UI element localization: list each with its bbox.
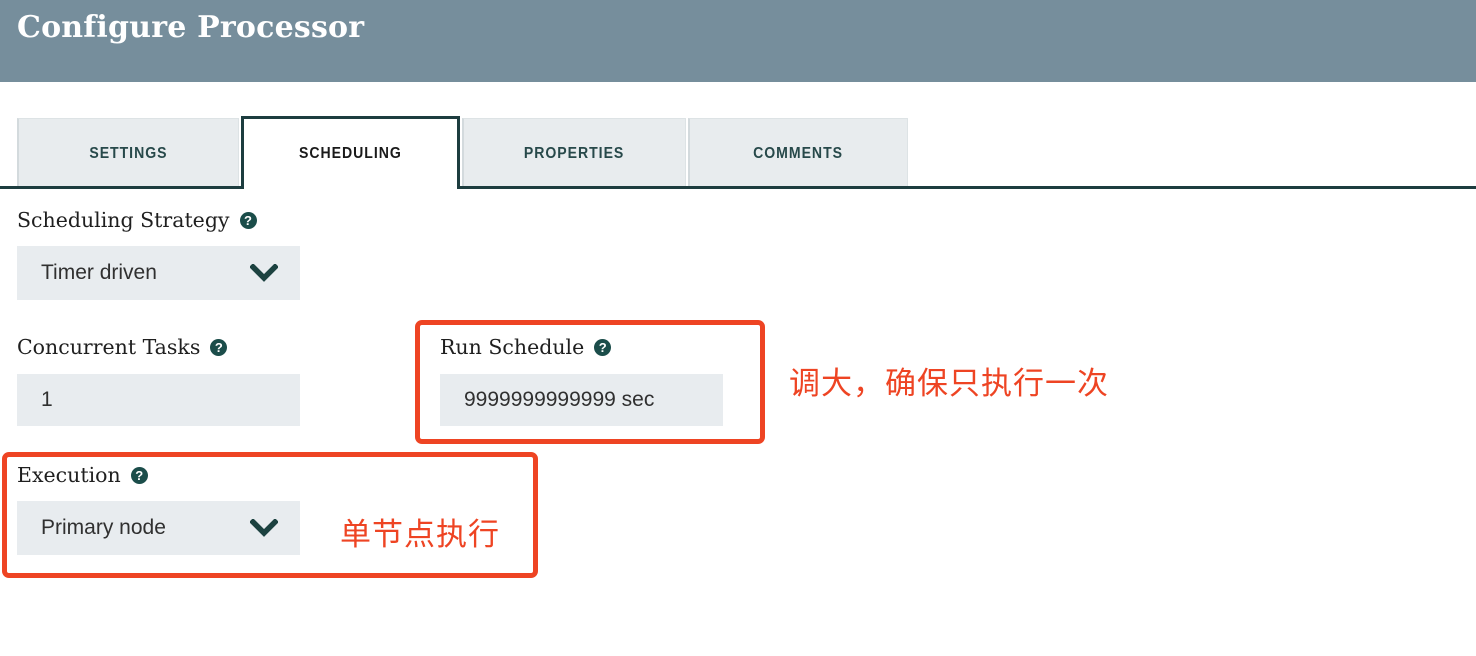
execution-note: 单节点执行 [340,517,500,552]
execution-select[interactable]: Primary node [17,501,300,555]
help-icon[interactable]: ? [210,338,228,356]
field-execution: Execution ? Primary node [17,463,300,555]
chevron-down-icon[interactable] [250,519,278,537]
chevron-down-icon[interactable] [250,264,278,282]
scheduling-strategy-value: Timer driven [41,261,157,284]
run-schedule-value: 9999999999999 sec [464,388,655,411]
page-title: Configure Processor [17,10,365,45]
concurrent-tasks-input[interactable]: 1 [17,374,300,426]
concurrent-tasks-value: 1 [41,388,53,411]
field-scheduling-strategy: Scheduling Strategy ? Timer driven [17,208,300,300]
tab-underline [0,186,1476,189]
concurrent-tasks-label-text: Concurrent Tasks [17,335,201,359]
run-schedule-label-text: Run Schedule [440,335,585,359]
tab-settings[interactable]: SETTINGS [17,118,239,188]
active-tab-notch [244,185,457,190]
field-concurrent-tasks: Concurrent Tasks ? 1 [17,335,300,426]
help-icon[interactable]: ? [130,466,148,484]
field-run-schedule: Run Schedule ? 9999999999999 sec [440,335,723,426]
tab-strip: SETTINGS SCHEDULING PROPERTIES COMMENTS [0,116,1476,190]
run-schedule-input[interactable]: 9999999999999 sec [440,374,723,426]
tab-settings-label: SETTINGS [89,144,168,162]
scheduling-strategy-select[interactable]: Timer driven [17,246,300,300]
configure-processor-dialog: Configure Processor SETTINGS SCHEDULING … [0,0,1476,656]
concurrent-tasks-label: Concurrent Tasks ? [17,335,300,359]
scheduling-strategy-label: Scheduling Strategy ? [17,208,300,232]
tab-scheduling-label: SCHEDULING [299,144,402,162]
tab-properties[interactable]: PROPERTIES [462,118,686,188]
execution-value: Primary node [41,516,166,539]
dialog-header: Configure Processor [0,0,1476,82]
run-schedule-label: Run Schedule ? [440,335,723,359]
help-icon[interactable]: ? [594,338,612,356]
help-icon[interactable]: ? [239,211,257,229]
tab-scheduling[interactable]: SCHEDULING [241,116,460,188]
run-schedule-note: 调大，确保只执行一次 [789,366,1109,401]
scheduling-strategy-label-text: Scheduling Strategy [17,208,230,232]
tab-comments[interactable]: COMMENTS [688,118,908,188]
execution-label: Execution ? [17,463,300,487]
execution-label-text: Execution [17,463,121,487]
tab-properties-label: PROPERTIES [524,144,625,162]
tab-comments-label: COMMENTS [753,144,844,162]
